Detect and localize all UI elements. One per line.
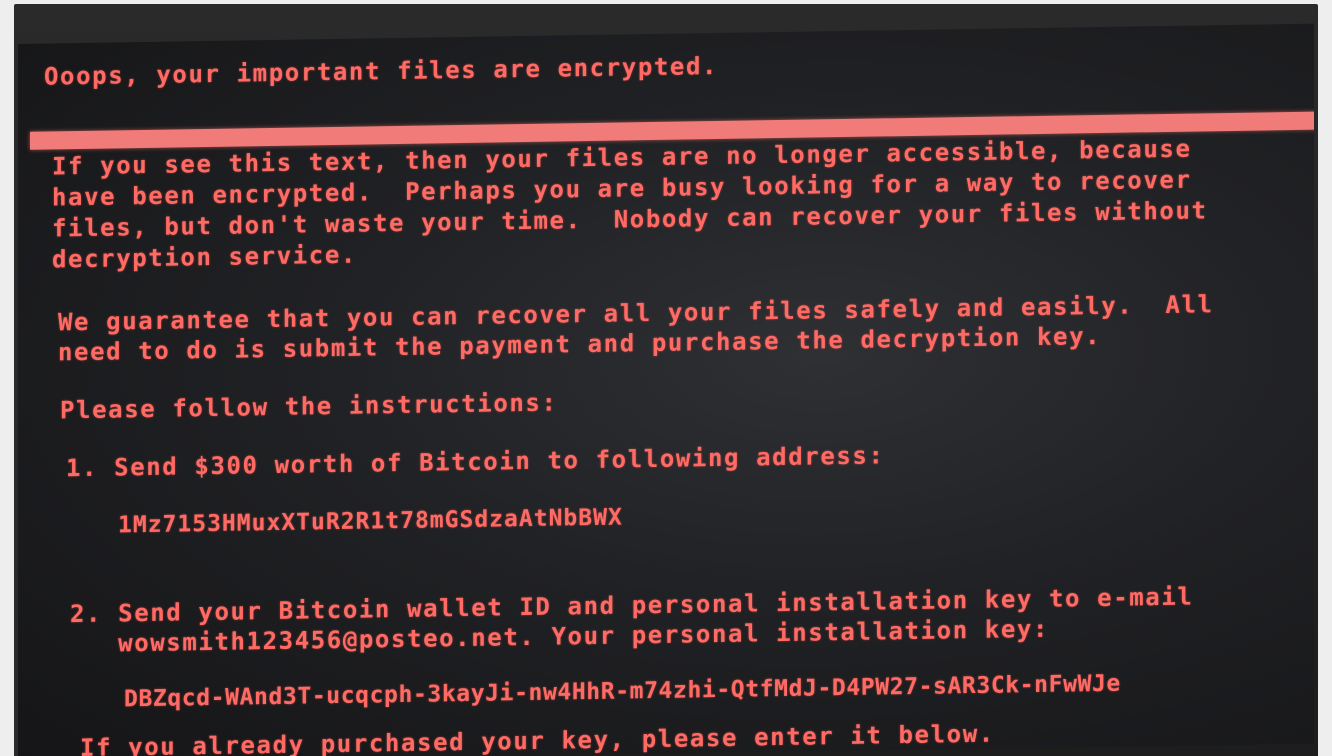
warning-paragraph: If you see this text, then your files ar… xyxy=(52,133,1208,275)
ransom-screen: Ooops, your important files are encrypte… xyxy=(18,23,1314,756)
step-1-text: 1. Send $300 worth of Bitcoin to followi… xyxy=(66,441,885,483)
guarantee-paragraph: We guarantee that you can recover all yo… xyxy=(58,289,1214,367)
bitcoin-address: 1Mz7153HMuxXTuR2R1t78mGSdzaAtNbBWX xyxy=(118,504,623,539)
instructions-heading: Please follow the instructions: xyxy=(60,388,558,425)
photo-background: Ooops, your important files are encrypte… xyxy=(0,0,1332,756)
installation-key: DBZqcd-WAnd3T-ucqcph-3kayJi-nw4HhR-m74zh… xyxy=(124,670,1121,713)
enter-key-prompt: If you already purchased your key, pleas… xyxy=(80,719,995,756)
ransom-title: Ooops, your important files are encrypte… xyxy=(44,52,719,91)
step-2-text: 2. Send your Bitcoin wallet ID and perso… xyxy=(70,582,1193,660)
